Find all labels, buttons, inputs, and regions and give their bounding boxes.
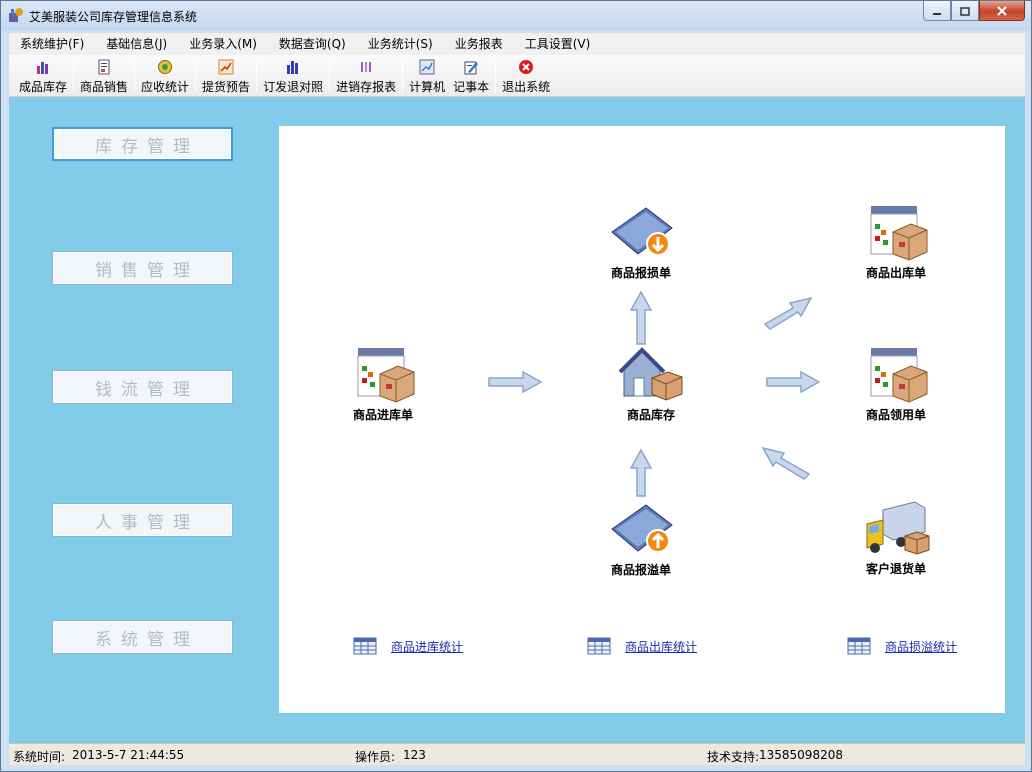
outbound-box-icon xyxy=(870,206,928,261)
system-time-value: 2013-5-7 21:44:55 xyxy=(72,748,185,762)
bar-chart-icon xyxy=(287,61,299,74)
arrow-return-to-stock xyxy=(761,446,811,480)
menu-data-query[interactable]: 数据查询(Q) xyxy=(268,34,357,54)
inbound-order-node[interactable]: 商品进库单 xyxy=(328,344,438,423)
window-controls xyxy=(923,1,1025,21)
restore-icon xyxy=(960,6,970,16)
app-icon xyxy=(9,8,23,22)
minimize-icon xyxy=(933,12,941,15)
toolbar-separator xyxy=(256,59,258,93)
outbound-stats-link[interactable]: 商品出库统计 xyxy=(587,637,697,655)
table-icon xyxy=(353,637,377,655)
nav-cashflow-management[interactable]: 钱流管理 xyxy=(52,370,233,404)
inbound-box-icon xyxy=(357,348,415,403)
arrow-stock-to-loss xyxy=(629,290,653,345)
arrow-stock-to-outbound xyxy=(763,296,813,330)
nav-hr-management[interactable]: 人事管理 xyxy=(52,503,233,537)
close-button[interactable] xyxy=(979,1,1025,21)
requisition-box-icon xyxy=(870,348,928,403)
overflow-report-icon xyxy=(611,504,673,553)
system-time-label: 系统时间: xyxy=(13,750,66,764)
loss-report-icon xyxy=(611,207,673,256)
nav-inventory-management[interactable]: 库存管理 xyxy=(52,127,233,161)
title-bar: 艾美服装公司库存管理信息系统 xyxy=(1,1,1031,31)
toolbar-separator xyxy=(495,59,497,93)
tech-support-value: 13585098208 xyxy=(759,748,843,762)
bar-chart-icon xyxy=(37,62,48,74)
minimize-button[interactable] xyxy=(923,1,951,21)
toolbar-separator xyxy=(195,59,197,93)
maximize-button[interactable] xyxy=(951,1,979,21)
toolbar-finished-stock-button[interactable]: 成品库存 xyxy=(15,55,71,95)
toolbar-exit-button[interactable]: 退出系统 xyxy=(498,55,554,95)
loss-overflow-stats-link[interactable]: 商品损溢统计 xyxy=(847,637,957,655)
outbound-order-node[interactable]: 商品出库单 xyxy=(841,202,951,281)
table-icon xyxy=(847,637,871,655)
toolbar: 成品库存 商品销售 应收统计 提货预告 订发退对照 进销存报表 计算机 记事本 … xyxy=(9,55,1025,97)
report-icon xyxy=(361,62,372,72)
toolbar-separator xyxy=(73,59,75,93)
customer-return-node[interactable]: 客户退货单 xyxy=(841,498,951,577)
toolbar-inventory-report-button[interactable]: 进销存报表 xyxy=(332,55,400,95)
menu-bar: 系统维护(F) 基础信息(J) 业务录入(M) 数据查询(Q) 业务统计(S) … xyxy=(9,33,1025,55)
table-icon xyxy=(587,637,611,655)
nav-system-management[interactable]: 系统管理 xyxy=(52,620,233,654)
coin-icon xyxy=(158,60,173,74)
loss-report-node[interactable]: 商品报损单 xyxy=(586,202,696,281)
notepad-icon xyxy=(464,61,479,75)
operator-label: 操作员: xyxy=(355,750,396,764)
arrow-overflow-to-stock xyxy=(629,448,653,497)
warehouse-icon xyxy=(618,347,683,401)
delivery-truck-icon xyxy=(866,501,930,555)
toolbar-pickup-forecast-button[interactable]: 提货预告 xyxy=(198,55,254,95)
menu-business-entry[interactable]: 业务录入(M) xyxy=(178,34,268,54)
tech-support-label: 技术支持: xyxy=(707,750,760,764)
main-window: 艾美服装公司库存管理信息系统 系统维护(F) 基础信息(J) 业务录入(M) 数… xyxy=(0,0,1032,772)
client-area: 库存管理 销售管理 钱流管理 人事管理 系统管理 商品进库单 商品报损单 商品库… xyxy=(9,97,1025,743)
nav-sales-management[interactable]: 销售管理 xyxy=(52,251,233,285)
arrow-stock-to-requisition xyxy=(766,370,821,394)
arrow-inbound-to-stock xyxy=(488,370,543,394)
toolbar-order-return-compare-button[interactable]: 订发退对照 xyxy=(259,55,327,95)
menu-business-reports[interactable]: 业务报表 xyxy=(444,34,514,54)
menu-basic-info[interactable]: 基础信息(J) xyxy=(95,34,178,54)
requisition-order-node[interactable]: 商品领用单 xyxy=(841,344,951,423)
close-icon xyxy=(997,5,1007,16)
stock-node[interactable]: 商品库存 xyxy=(596,344,706,423)
menu-tool-settings[interactable]: 工具设置(V) xyxy=(514,34,602,54)
exit-icon xyxy=(519,60,534,74)
toolbar-separator xyxy=(134,59,136,93)
toolbar-product-sales-button[interactable]: 商品销售 xyxy=(76,55,132,95)
document-icon xyxy=(98,59,110,75)
trend-chart-icon xyxy=(218,59,234,75)
toolbar-separator xyxy=(329,59,331,93)
menu-business-stats[interactable]: 业务统计(S) xyxy=(357,34,444,54)
workflow-panel: 商品进库单 商品报损单 商品库存 商品报溢单 商品出库单 商品领用单 客户退货单… xyxy=(279,126,1005,713)
operator-value: 123 xyxy=(403,748,426,762)
toolbar-notepad-button[interactable]: 记事本 xyxy=(449,55,493,95)
toolbar-receivables-button[interactable]: 应收统计 xyxy=(137,55,193,95)
toolbar-separator xyxy=(402,59,404,93)
status-bar: 系统时间: 2013-5-7 21:44:55 操作员: 123 技术支持: 1… xyxy=(9,743,1025,765)
window-title: 艾美服装公司库存管理信息系统 xyxy=(29,10,198,24)
toolbar-calculator-button[interactable]: 计算机 xyxy=(405,55,449,95)
menu-system-maintenance[interactable]: 系统维护(F) xyxy=(9,34,95,54)
overflow-report-node[interactable]: 商品报溢单 xyxy=(586,499,696,578)
inbound-stats-link[interactable]: 商品进库统计 xyxy=(353,637,463,655)
calculator-icon xyxy=(419,59,435,75)
